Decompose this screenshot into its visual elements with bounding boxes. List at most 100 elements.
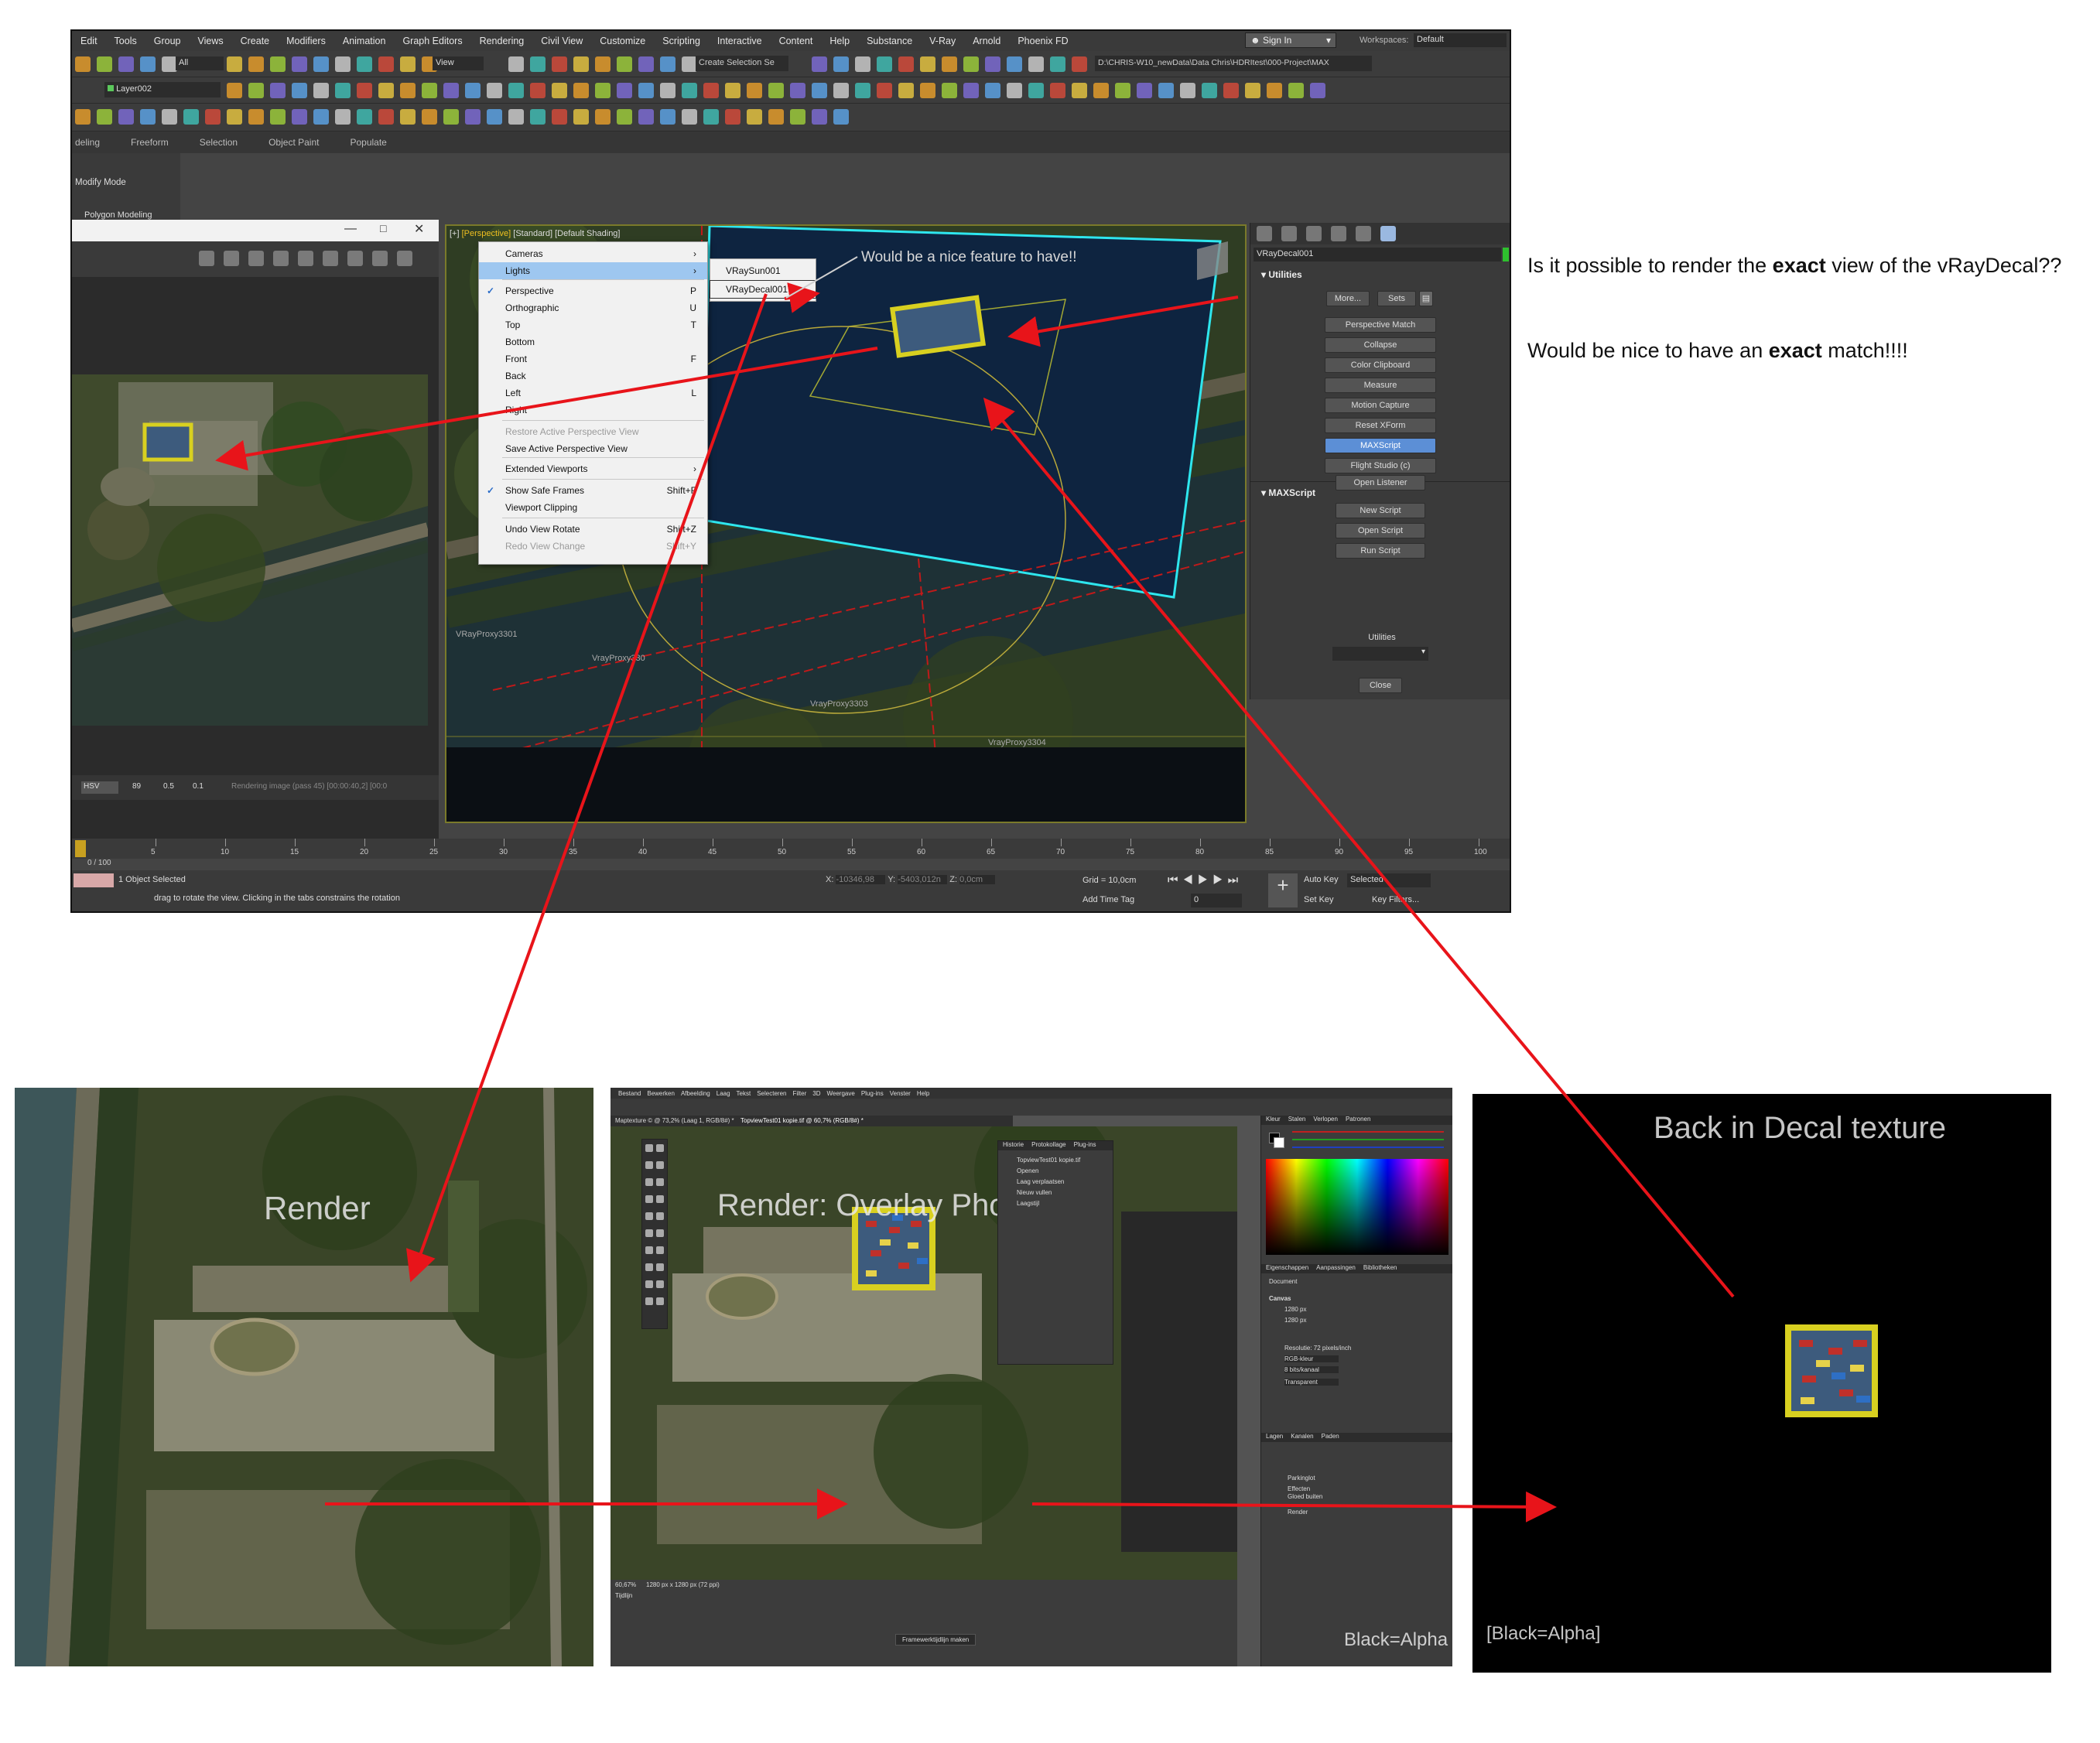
ps-menu-item[interactable]: Bewerken xyxy=(647,1090,675,1097)
maxscript-rollout-title[interactable]: ▾ MAXScript xyxy=(1261,487,1315,498)
toolbar-icon[interactable] xyxy=(660,83,675,98)
toolbar-icon[interactable] xyxy=(573,56,589,72)
toolbar-icon[interactable] xyxy=(812,83,827,98)
toolbar-icon[interactable] xyxy=(1007,83,1022,98)
toolbar-icon[interactable] xyxy=(660,109,675,125)
green-slider[interactable] xyxy=(1292,1139,1444,1140)
ps-menu-item[interactable]: Tekst xyxy=(737,1090,751,1097)
red-slider[interactable] xyxy=(1292,1131,1444,1133)
utility-button-color-clipboard[interactable]: Color Clipboard xyxy=(1325,357,1436,373)
toolbar-icon[interactable] xyxy=(1267,83,1282,98)
close-button[interactable]: Close xyxy=(1359,678,1402,693)
toolbar-icon[interactable] xyxy=(942,83,957,98)
toolbar-icon[interactable] xyxy=(595,56,611,72)
viewport-standard-label[interactable]: [Standard] xyxy=(513,229,552,238)
ps-tool-icon[interactable] xyxy=(645,1212,653,1220)
toolbar-icon[interactable] xyxy=(855,56,870,72)
toolbar-icon[interactable] xyxy=(162,56,177,72)
toolbar-icon[interactable] xyxy=(335,83,351,98)
toolbar-icon[interactable] xyxy=(638,56,654,72)
panel-tab[interactable]: Stalen xyxy=(1288,1116,1306,1125)
menu-item-customize[interactable]: Customize xyxy=(591,36,654,46)
viewport-menu-label[interactable]: [+] xyxy=(450,229,460,238)
ps-tool-icon[interactable] xyxy=(656,1297,664,1305)
toolbar-icon[interactable] xyxy=(270,83,286,98)
polygon-modeling-label[interactable]: Polygon Modeling xyxy=(84,210,152,220)
reference-coord-dropdown[interactable]: View xyxy=(433,56,484,70)
ps-tool-icon[interactable] xyxy=(645,1195,653,1203)
toolbar-icon[interactable] xyxy=(877,83,892,98)
toolbar-icon[interactable] xyxy=(270,109,286,125)
frame-buffer-tool-icon[interactable] xyxy=(397,251,412,266)
ps-tool-icon[interactable] xyxy=(645,1297,653,1305)
toolbar-icon[interactable] xyxy=(227,109,242,125)
toolbar-icon[interactable] xyxy=(790,83,805,98)
toolbar-icon[interactable] xyxy=(877,56,892,72)
toolbar-icon[interactable] xyxy=(378,83,394,98)
history-item[interactable]: Nieuw vullen xyxy=(1017,1189,1052,1196)
toolbar-icon[interactable] xyxy=(378,109,394,125)
toolbar-icon[interactable] xyxy=(1050,56,1065,72)
menu-item-lights[interactable]: Lights › xyxy=(479,262,707,279)
toolbar-icon[interactable] xyxy=(573,83,589,98)
toolbar-icon[interactable] xyxy=(985,56,1000,72)
toolbar-icon[interactable] xyxy=(118,56,134,72)
color-mode-dropdown[interactable]: HSV xyxy=(81,781,118,794)
history-item[interactable]: Laagstijl xyxy=(1017,1200,1039,1207)
panel-tab[interactable]: Patronen xyxy=(1346,1116,1370,1125)
panel-tab[interactable]: Plug-ins xyxy=(1074,1141,1096,1150)
command-panel-tab-icon[interactable] xyxy=(1380,226,1396,241)
command-panel-tab-icon[interactable] xyxy=(1281,226,1297,241)
sign-in-button[interactable]: ☻ Sign In ▾ xyxy=(1245,32,1336,48)
bit-depth-select[interactable]: 8 bits/kanaal xyxy=(1284,1366,1339,1373)
ps-menu-item[interactable]: Laag xyxy=(717,1090,730,1097)
toolbar-icon[interactable] xyxy=(443,109,459,125)
toolbar-icon[interactable] xyxy=(812,56,827,72)
ps-menu-item[interactable]: Help xyxy=(917,1090,929,1097)
toolbar-icon[interactable] xyxy=(75,56,91,72)
set-key-icon[interactable]: + xyxy=(1268,873,1298,907)
toolbar-icon[interactable] xyxy=(140,109,156,125)
panel-tab[interactable]: Paden xyxy=(1322,1433,1339,1442)
toolbar-icon[interactable] xyxy=(1137,83,1152,98)
menu-item-substance[interactable]: Substance xyxy=(858,36,921,46)
ps-tool-icon[interactable] xyxy=(645,1229,653,1237)
toolbar-icon[interactable] xyxy=(963,83,979,98)
utilities-dropdown[interactable]: ▾ xyxy=(1332,647,1428,661)
menu-item-back[interactable]: Back xyxy=(479,367,707,384)
frame-buffer-tool-icon[interactable] xyxy=(224,251,239,266)
menu-item-show-safe-frames[interactable]: ✓ Show Safe Frames Shift+F xyxy=(479,482,707,499)
toolbar-icon[interactable] xyxy=(898,56,914,72)
selected-dropdown[interactable]: Selected xyxy=(1347,873,1431,887)
frame-buffer-tool-icon[interactable] xyxy=(347,251,363,266)
menu-item-extended-viewports[interactable]: Extended Viewports › xyxy=(479,460,707,477)
toolbar-icon[interactable] xyxy=(1028,83,1044,98)
toolbar-icon[interactable] xyxy=(833,83,849,98)
toolbar-icon[interactable] xyxy=(443,83,459,98)
toolbar-icon[interactable] xyxy=(357,109,372,125)
document-tab[interactable]: Maptexture © @ 73,2% (Laag 1, RGB/8#) * xyxy=(615,1117,734,1124)
toolbar-icon[interactable] xyxy=(617,109,632,125)
ps-tool-icon[interactable] xyxy=(645,1246,653,1254)
layer-dropdown[interactable]: Layer002 xyxy=(104,82,221,97)
panel-tab[interactable]: Eigenschappen xyxy=(1266,1264,1308,1273)
layer-item[interactable]: Parkinglot xyxy=(1288,1475,1315,1482)
panel-tab[interactable]: Aanpassingen xyxy=(1316,1264,1356,1273)
menu-item-perspective[interactable]: ✓ Perspective P xyxy=(479,282,707,299)
ps-tool-icon[interactable] xyxy=(656,1144,664,1152)
toolbar-icon[interactable] xyxy=(162,109,177,125)
toolbar-icon[interactable] xyxy=(1158,83,1174,98)
ps-menu-item[interactable]: Venster xyxy=(890,1090,911,1097)
toolbar-icon[interactable] xyxy=(378,56,394,72)
toolbar-icon[interactable] xyxy=(638,109,654,125)
ribbon-tab-selection[interactable]: Selection xyxy=(200,137,238,148)
toolbar-icon[interactable] xyxy=(335,109,351,125)
key-filters-button[interactable]: Key Filters... xyxy=(1372,895,1419,904)
ps-menu-item[interactable]: Selecteren xyxy=(757,1090,786,1097)
toolbar-icon[interactable] xyxy=(963,56,979,72)
panel-tab[interactable]: Kanalen xyxy=(1291,1433,1313,1442)
ps-tool-icon[interactable] xyxy=(656,1195,664,1203)
viewport-shading-label[interactable]: [Default Shading] xyxy=(555,229,620,238)
utility-button-perspective-match[interactable]: Perspective Match xyxy=(1325,317,1436,333)
command-panel-tab-icon[interactable] xyxy=(1257,226,1272,241)
